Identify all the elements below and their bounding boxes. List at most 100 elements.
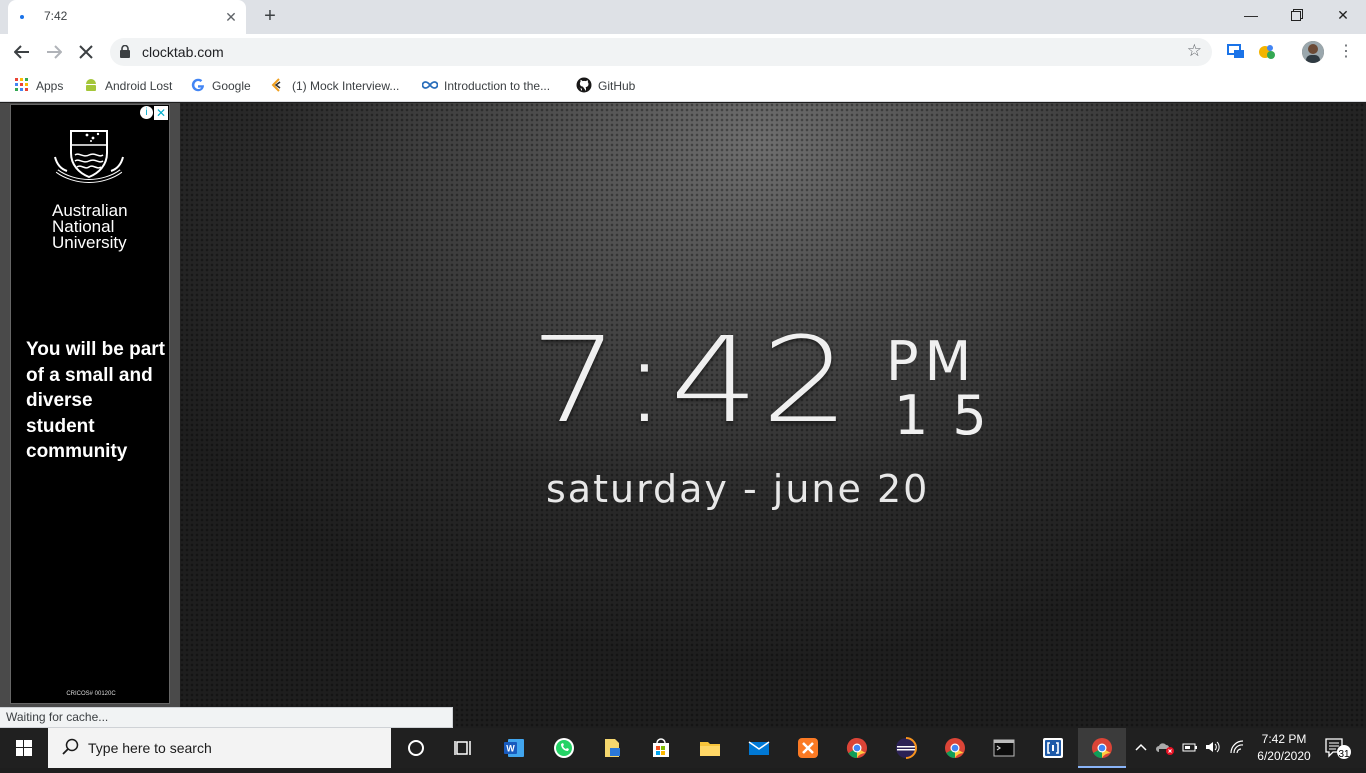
onedrive-error-icon[interactable] [1156,740,1176,759]
tab-strip: 7:42 ✕ + — ✕ [0,0,1366,34]
folder-icon [700,742,720,756]
taskbar-chrome-active[interactable] [1078,728,1126,768]
close-window-button[interactable]: ✕ [1320,0,1366,30]
clocktab-page: i ✕ Australian National University You w… [0,103,1366,728]
store-icon [653,738,669,757]
link-icon [271,78,281,92]
xampp-icon [798,738,818,758]
advertisement[interactable]: i ✕ Australian National University You w… [10,104,170,704]
browser-toolbar: clocktab.com ☆ ⋮ [0,34,1366,70]
tray-clock[interactable]: 7:42 PM 6/20/2020 [1249,731,1319,765]
forward-button[interactable] [42,40,66,64]
bookmark-label: Introduction to the... [444,79,551,93]
notification-count: 31 [1338,749,1350,760]
stop-loading-button[interactable] [74,40,98,64]
bracket-app-icon [1043,738,1063,758]
android-icon [86,79,96,91]
apps-grid-icon [15,78,28,91]
bookmark-label: Apps [36,79,64,93]
bookmark-label: Google [212,79,251,93]
taskbar-store[interactable] [637,728,685,768]
taskbar-eclipse[interactable] [882,728,930,768]
cortana-button[interactable] [392,728,440,768]
bookmark-star-icon[interactable]: ☆ [1187,41,1202,61]
battery-icon[interactable] [1182,740,1198,757]
loading-icon [20,15,24,19]
ad-sidebar: i ✕ Australian National University You w… [0,103,180,728]
volume-icon[interactable] [1205,740,1221,757]
svg-text:W: W [506,744,515,754]
document-icon [605,739,620,757]
anu-crest-logo [54,130,124,184]
chrome-icon [846,737,867,759]
bookmark-label: GitHub [598,79,636,93]
chrome-icon [1092,738,1112,759]
windows-icon [16,740,32,756]
clock-seconds: 15 [894,384,1011,447]
ad-close-icon[interactable]: ✕ [154,106,168,120]
close-tab-icon[interactable]: ✕ [222,8,240,26]
tab-active[interactable]: 7:42 ✕ [8,0,246,34]
taskbar-file-explorer[interactable] [686,728,734,768]
ad-cricos-code: CRICOS# 00120C [66,691,116,697]
search-icon [62,738,79,755]
notification-center-button[interactable]: 31 [1322,736,1352,760]
whatsapp-icon [554,738,574,758]
tab-title: 7:42 [44,9,68,23]
bookmark-mock-interview[interactable]: (1) Mock Interview... [270,76,399,96]
taskbar-file-explorer-alt[interactable] [588,728,636,768]
taskbar-whatsapp[interactable] [540,728,588,768]
clock-ampm: PM [886,330,978,393]
task-view-icon [454,741,471,755]
institution-name: Australian National University [52,201,128,252]
back-button[interactable] [10,40,34,64]
bookmark-introduction[interactable]: Introduction to the... [422,76,550,96]
address-bar[interactable]: clocktab.com ☆ [110,38,1212,66]
taskbar-app[interactable] [1029,728,1077,768]
infinity-icon [422,81,438,89]
cast-extension-icon[interactable] [1226,42,1246,62]
cortana-icon [408,740,424,756]
task-view-button[interactable] [440,728,488,768]
bookmark-google[interactable]: Google [190,76,251,96]
clock-time: 7:42 [530,311,853,449]
taskbar-terminal[interactable] [980,728,1028,768]
wifi-icon[interactable] [1229,740,1245,757]
google-icon [191,78,204,92]
minimize-button[interactable]: — [1228,0,1274,30]
status-bar: Waiting for cache... [0,707,453,728]
github-icon [576,77,592,93]
search-placeholder: Type here to search [88,740,212,756]
profile-avatar[interactable] [1302,41,1324,63]
tray-time: 7:42 PM [1261,732,1307,746]
clock-date: saturday - june 20 [546,467,930,511]
start-button[interactable] [0,728,48,768]
word-icon: W [504,739,524,757]
url-text: clocktab.com [142,44,224,60]
eclipse-icon [896,737,917,759]
tray-date: 6/20/2020 [1257,749,1311,763]
tray-overflow-icon[interactable] [1134,740,1148,757]
terminal-icon [993,739,1015,757]
bookmark-github[interactable]: GitHub [576,76,635,96]
chrome-icon [945,738,965,759]
taskbar-search[interactable]: Type here to search [48,728,391,768]
new-tab-button[interactable]: + [258,6,282,28]
taskbar-mail[interactable] [735,728,783,768]
taskbar-chrome-2[interactable] [931,728,979,768]
extension-icon[interactable] [1257,42,1277,62]
bookmark-apps[interactable]: Apps [14,76,63,96]
chrome-menu-icon[interactable]: ⋮ [1338,40,1354,64]
ad-info-icon[interactable]: i [140,106,153,119]
restore-button[interactable] [1274,0,1320,30]
bookmark-label: Android Lost [105,79,173,93]
bookmark-android-lost[interactable]: Android Lost [83,76,172,96]
bookmark-label: (1) Mock Interview... [292,79,400,93]
lock-icon [120,45,130,58]
windows-taskbar: Type here to search W 7:42 PM 6/20/2020 … [0,728,1366,768]
taskbar-chrome-1[interactable] [833,728,881,768]
ad-headline: You will be part of a small and diverse … [26,339,165,462]
taskbar-word[interactable]: W [490,728,538,768]
taskbar-xampp[interactable] [784,728,832,768]
mail-icon [748,741,770,755]
